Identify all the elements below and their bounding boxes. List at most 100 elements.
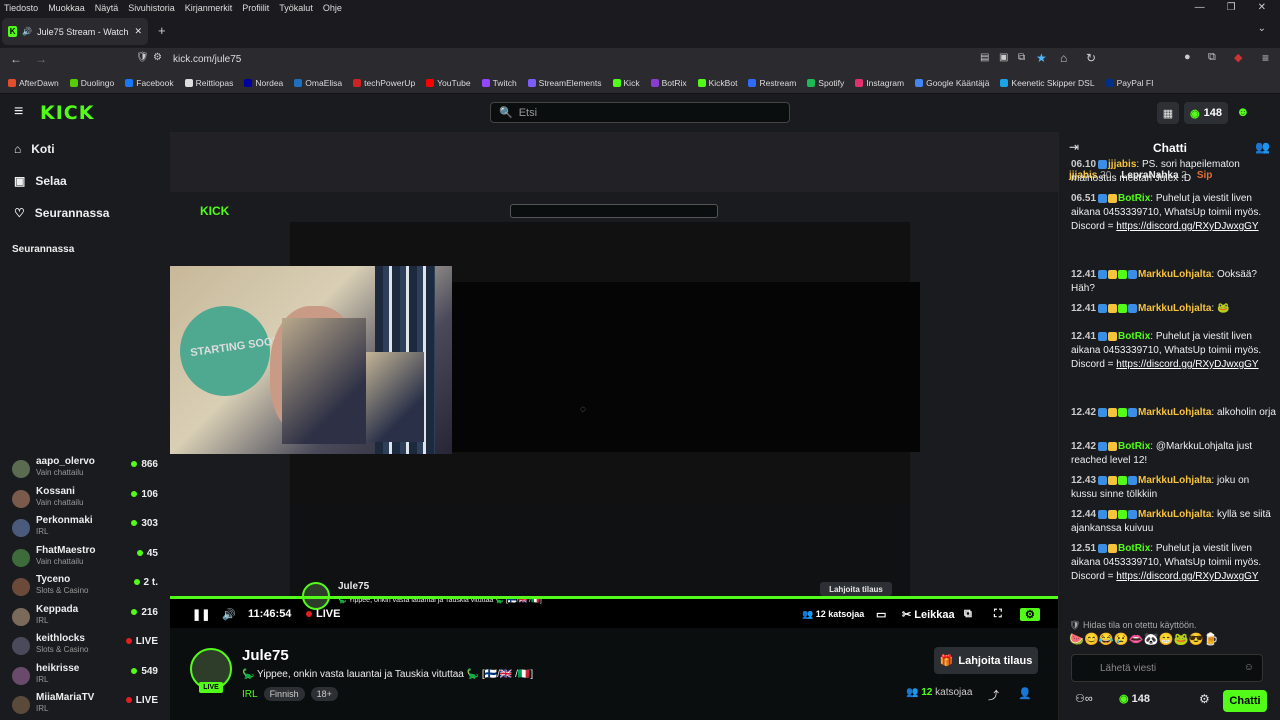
os-menu-item[interactable]: Muokkaa bbox=[48, 3, 85, 13]
fullscreen-icon[interactable]: ⛶ bbox=[994, 608, 1002, 621]
chat-username[interactable]: BotRix bbox=[1118, 331, 1150, 342]
bookmark-item[interactable]: Duolingo bbox=[69, 78, 114, 88]
bookmark-item[interactable]: Instagram bbox=[855, 78, 904, 88]
os-menu-item[interactable]: Työkalut bbox=[279, 3, 313, 13]
chat-link[interactable]: https://discord.gg/RXyDJwxgGY bbox=[1116, 221, 1258, 232]
bookmark-item[interactable]: OmaElisa bbox=[294, 78, 342, 88]
os-menu-item[interactable]: Kirjanmerkit bbox=[185, 3, 233, 13]
hamburger-menu-icon[interactable]: ≡ bbox=[14, 103, 23, 121]
bookmark-item[interactable]: KickBot bbox=[697, 78, 737, 88]
theater-icon[interactable]: ▭ bbox=[876, 608, 886, 621]
address-bar[interactable]: kick.com/jule75 bbox=[173, 54, 241, 65]
overlay-subscribe-button[interactable]: Lahjoita tilaus bbox=[820, 582, 892, 596]
bookmark-item[interactable]: Google Kääntäjä bbox=[915, 78, 989, 88]
bookmark-item[interactable]: PayPal FI bbox=[1105, 78, 1153, 88]
bookmark-item[interactable]: BotRix bbox=[650, 78, 687, 88]
account-icon[interactable]: ● bbox=[1184, 51, 1191, 63]
bookmark-item[interactable]: techPowerUp bbox=[353, 78, 415, 88]
store-icon[interactable]: ▦ bbox=[1157, 102, 1179, 124]
forward-icon[interactable]: → bbox=[35, 52, 47, 66]
bookmark-item[interactable]: Nordea bbox=[244, 78, 283, 88]
chat-username[interactable]: BotRix bbox=[1118, 441, 1150, 452]
bookmark-star-icon[interactable]: ★ bbox=[1036, 51, 1047, 65]
extension-icon[interactable]: ⧉ bbox=[1018, 52, 1025, 63]
sidebar-item-home[interactable]: ⌂ Koti bbox=[14, 142, 55, 156]
bookmark-item[interactable]: YouTube bbox=[426, 78, 471, 88]
chat-coins[interactable]: ◉ 148 bbox=[1119, 692, 1150, 705]
bookmark-item[interactable]: Keenetic Skipper DSL bbox=[1000, 78, 1095, 88]
reload-icon[interactable]: ↻ bbox=[1086, 51, 1096, 65]
progress-bar[interactable] bbox=[170, 596, 1058, 599]
followed-channel[interactable]: aapo_olervo Vain chattailu 866 bbox=[12, 456, 162, 484]
followed-channel[interactable]: Perkonmaki IRL 303 bbox=[12, 515, 162, 543]
user-avatar-icon[interactable]: ☻ bbox=[1236, 104, 1250, 119]
bookmark-item[interactable]: Restream bbox=[748, 78, 796, 88]
picture-icon[interactable]: ▣ bbox=[999, 52, 1008, 63]
tag-age[interactable]: 18+ bbox=[310, 687, 338, 701]
ublock-icon[interactable]: ◆ bbox=[1234, 51, 1242, 64]
speaker-icon[interactable]: 🔊 bbox=[22, 27, 32, 36]
volume-icon[interactable]: 🔊 bbox=[222, 608, 236, 621]
chat-username[interactable]: BotRix bbox=[1118, 193, 1150, 204]
maximize-icon[interactable]: ❐ bbox=[1227, 2, 1236, 13]
chat-username[interactable]: MarkkuLohjalta bbox=[1138, 509, 1211, 520]
close-window-icon[interactable]: ✕ bbox=[1258, 2, 1266, 13]
back-icon[interactable]: ← bbox=[10, 52, 22, 66]
sidebar-item-following[interactable]: ♡ Seurannassa bbox=[14, 206, 109, 220]
chat-link[interactable]: https://discord.gg/RXyDJwxgGY bbox=[1116, 359, 1258, 370]
pip-icon[interactable]: ⧉ bbox=[964, 608, 972, 621]
bookmark-item[interactable]: Reittiopas bbox=[184, 78, 233, 88]
share-icon[interactable]: ⤴ bbox=[988, 687, 999, 703]
chat-options-icon[interactable]: ⚇∞ bbox=[1075, 692, 1093, 705]
followed-channel[interactable]: Keppada IRL 216 bbox=[12, 604, 162, 632]
user-options-icon[interactable]: 👤 bbox=[1018, 687, 1032, 700]
tab-list-icon[interactable]: ⌄ bbox=[1258, 23, 1266, 34]
channel-name[interactable]: Jule75 bbox=[242, 647, 289, 664]
bookmark-item[interactable]: Twitch bbox=[481, 78, 517, 88]
home-icon[interactable]: ⌂ bbox=[1060, 51, 1067, 65]
sidebar-item-browse[interactable]: ▣ Selaa bbox=[14, 174, 67, 188]
new-tab-button[interactable]: + bbox=[158, 23, 166, 38]
permissions-icon[interactable]: ⚙ bbox=[153, 52, 162, 63]
chat-username[interactable]: MarkkuLohjalta bbox=[1138, 303, 1211, 314]
chat-username[interactable]: MarkkuLohjalta bbox=[1138, 407, 1211, 418]
bookmark-item[interactable]: Kick bbox=[612, 78, 640, 88]
extensions-icon[interactable]: ⧉ bbox=[1208, 51, 1216, 64]
kicks-balance-button[interactable]: ◉ 148 bbox=[1184, 102, 1228, 124]
category-link[interactable]: IRL bbox=[242, 689, 258, 700]
followed-channel[interactable]: heikrisse IRL 549 bbox=[12, 663, 162, 691]
bookmark-item[interactable]: AfterDawn bbox=[8, 78, 59, 88]
tab-jule75[interactable]: K 🔊 Jule75 Stream - Watch Live ✕ bbox=[2, 18, 148, 45]
chat-settings-icon[interactable]: ⚙ bbox=[1199, 692, 1210, 706]
followed-channel[interactable]: keithlocks Slots & Casino LIVE bbox=[12, 633, 162, 661]
menu-icon[interactable]: ≡ bbox=[1262, 51, 1269, 65]
chat-users-icon[interactable]: 👥 bbox=[1255, 140, 1270, 154]
os-menu-item[interactable]: Sivuhistoria bbox=[128, 3, 175, 13]
os-menu-item[interactable]: Näytä bbox=[95, 3, 119, 13]
kick-logo[interactable]: KICK bbox=[40, 102, 94, 124]
followed-channel[interactable]: Kossani Vain chattailu 106 bbox=[12, 486, 162, 514]
chat-username[interactable]: MarkkuLohjalta bbox=[1138, 475, 1211, 486]
tag-language[interactable]: Finnish bbox=[263, 687, 305, 701]
video-player[interactable]: KICK STARTING SOON ◌ Jule75 🦕 Yippee, on… bbox=[170, 132, 1058, 628]
followed-channel[interactable]: Tyceno Slots & Casino 2 t. bbox=[12, 574, 162, 602]
reader-icon[interactable]: ▤ bbox=[980, 52, 989, 63]
tab-close-icon[interactable]: ✕ bbox=[134, 26, 142, 37]
clip-button[interactable]: ✂ Leikkaa bbox=[902, 608, 955, 621]
search-input[interactable]: 🔍 Etsi bbox=[490, 102, 790, 123]
bookmark-item[interactable]: Spotify bbox=[807, 78, 844, 88]
bookmark-item[interactable]: StreamElements bbox=[527, 78, 602, 88]
chat-username[interactable]: BotRix bbox=[1118, 543, 1150, 554]
pause-icon[interactable]: ❚❚ bbox=[192, 608, 210, 621]
emote-bar[interactable]: 🍉😊😂😢👄🐼😁🐸😎🍺 bbox=[1069, 632, 1218, 646]
chat-input[interactable]: Lähetä viesti ☺ bbox=[1071, 654, 1263, 682]
send-chat-button[interactable]: Chatti bbox=[1223, 690, 1267, 712]
settings-icon[interactable]: ⚙ bbox=[1020, 608, 1040, 621]
os-menu-item[interactable]: Profiilit bbox=[242, 3, 269, 13]
followed-channel[interactable]: FhatMaestro Vain chattailu 45 bbox=[12, 545, 162, 573]
minimize-icon[interactable]: — bbox=[1195, 2, 1205, 13]
os-menu-item[interactable]: Ohje bbox=[323, 3, 342, 13]
site-info-icon[interactable]: 🛡 bbox=[136, 52, 149, 63]
os-menu-item[interactable]: Tiedosto bbox=[4, 3, 38, 13]
emoji-picker-icon[interactable]: ☺ bbox=[1244, 662, 1254, 673]
